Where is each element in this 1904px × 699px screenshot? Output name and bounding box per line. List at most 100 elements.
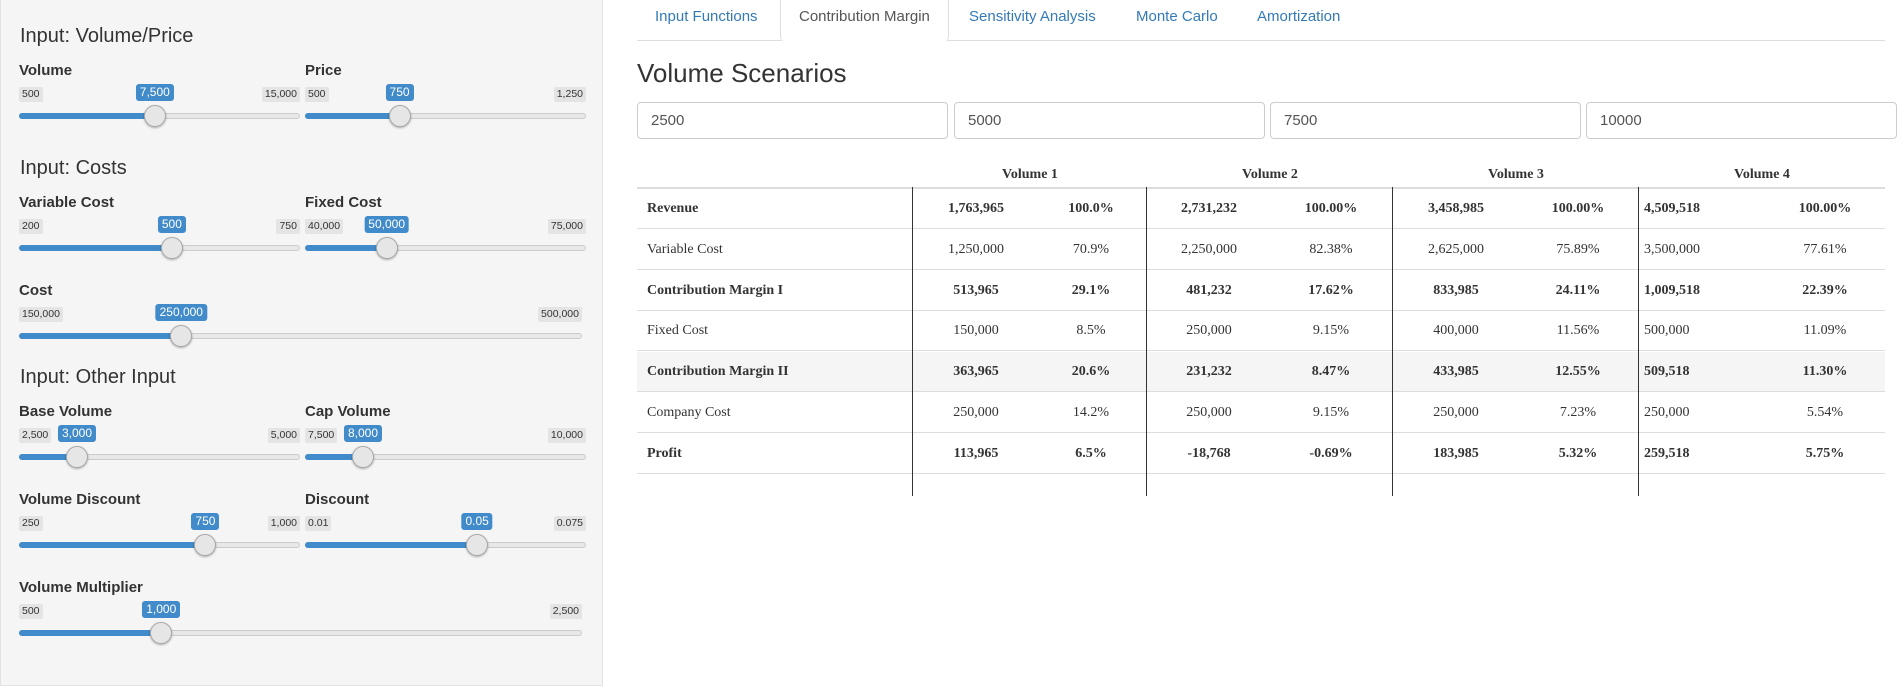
amount-cell: 250,000 [1644, 405, 1690, 420]
amount-cell: 183,985 [1433, 445, 1479, 461]
slider-fill [19, 630, 162, 636]
volume-scenario-1-input[interactable] [637, 102, 948, 139]
table-row: Contribution Margin II 363,965 20.6% 231,23… [637, 352, 1885, 393]
percent-cell: 6.5% [1075, 445, 1107, 461]
percent-cell: 11.30% [1802, 364, 1848, 380]
percent-cell: 82.38% [1309, 241, 1353, 257]
row-label: Variable Cost [647, 241, 723, 257]
amount-cell: 259,518 [1644, 445, 1690, 461]
slider-value: 1,000 [142, 601, 181, 618]
percent-cell: 9.15% [1312, 323, 1350, 339]
slider-max: 15,000 [261, 87, 300, 102]
table-row: Contribution Margin I 513,965 29.1% 481,232… [637, 271, 1885, 311]
amount-cell: 2,625,000 [1428, 241, 1484, 257]
percent-cell: 8.47% [1311, 364, 1351, 380]
volume-scenario-3-input[interactable] [1270, 102, 1581, 139]
amount-cell: 250,000 [953, 405, 999, 420]
slider-fill [19, 333, 182, 339]
slider-handle[interactable] [160, 237, 183, 259]
row-label: Profit [647, 445, 682, 461]
amount-cell: 3,458,985 [1428, 201, 1484, 216]
percent-cell: 9.15% [1312, 405, 1350, 420]
amount-cell: 250,000 [1186, 323, 1232, 339]
page-title: Volume Scenarios [637, 58, 847, 88]
slider-label: Volume [19, 62, 73, 79]
slider-fill [305, 113, 400, 119]
amount-cell: 150,000 [953, 323, 999, 339]
percent-cell: 5.75% [1805, 445, 1845, 461]
tab-monte-carlo[interactable]: Monte Carlo [1118, 0, 1236, 40]
amount-cell: 1,763,965 [948, 201, 1004, 216]
percent-cell: 14.2% [1072, 405, 1110, 420]
slider-value: 500 [157, 216, 186, 233]
table-row: Variable Cost 1,250,000 70.9% 2,250,000 82.3… [637, 230, 1885, 270]
amount-cell: 4,509,518 [1644, 201, 1700, 216]
column-group-header: Volume 1 [1002, 167, 1058, 182]
slider-max: 75,000 [547, 219, 586, 234]
row-label: Revenue [647, 201, 699, 216]
slider-handle[interactable] [143, 105, 166, 127]
slider-value: 50,000 [364, 216, 409, 233]
slider-max: 2,500 [549, 604, 582, 619]
column-divider [1392, 187, 1393, 496]
amount-cell: 2,250,000 [1181, 241, 1237, 257]
percent-cell: 22.39% [1802, 282, 1848, 298]
row-label: Contribution Margin II [647, 364, 789, 380]
slider-fill [305, 542, 478, 548]
slider-handle[interactable] [466, 534, 489, 556]
volume-scenario-2-input[interactable] [954, 102, 1265, 139]
percent-cell: 5.32% [1558, 445, 1598, 461]
slider-min: 7,500 [305, 428, 338, 443]
amount-cell: 231,232 [1186, 364, 1232, 380]
slider-min: 0.01 [305, 516, 332, 531]
section-title-volume-price: Input: Volume/Price [20, 25, 194, 47]
amount-cell: 400,000 [1433, 323, 1479, 339]
slider-handle[interactable] [388, 105, 411, 127]
slider-handle[interactable] [375, 237, 398, 259]
slider-min: 40,000 [305, 219, 344, 234]
tab-input-functions[interactable]: Input Functions [637, 0, 776, 40]
column-group-header: Volume 2 [1242, 167, 1298, 182]
slider-max: 10,000 [547, 428, 586, 443]
slider-max: 1,000 [267, 516, 300, 531]
section-title-costs: Input: Costs [20, 157, 127, 179]
tab-sensitivity-analysis[interactable]: Sensitivity Analysis [951, 0, 1114, 40]
slider-fill [19, 245, 172, 251]
volume-scenario-4-input[interactable] [1586, 102, 1897, 139]
slider-fill [19, 542, 206, 548]
slider-handle[interactable] [66, 446, 88, 468]
slider-min: 200 [19, 219, 43, 234]
percent-cell: 17.62% [1308, 282, 1354, 298]
slider-label: Discount [305, 491, 370, 508]
tab-contribution-margin[interactable]: Contribution Margin [780, 0, 949, 41]
amount-cell: 481,232 [1186, 282, 1232, 298]
slider-label: Volume Multiplier [19, 579, 143, 596]
slider-min: 500 [19, 87, 43, 102]
slider-fill [305, 245, 387, 251]
percent-cell: 100.00% [1798, 201, 1852, 216]
amount-cell: 113,965 [953, 445, 999, 461]
row-label: Contribution Margin I [647, 282, 784, 298]
column-group-header: Volume 3 [1488, 167, 1544, 182]
slider-label: Volume Discount [19, 491, 141, 508]
percent-cell: 29.1% [1071, 282, 1111, 298]
slider-handle[interactable] [352, 446, 374, 468]
amount-cell: 250,000 [1186, 405, 1232, 420]
percent-cell: 100.00% [1304, 201, 1358, 216]
tab-amortization[interactable]: Amortization [1239, 0, 1358, 40]
slider-max: 5,000 [267, 428, 300, 443]
slider-label: Fixed Cost [305, 194, 382, 211]
percent-cell: 8.5% [1076, 323, 1106, 339]
percent-cell: 12.55% [1555, 364, 1601, 380]
amount-cell: 500,000 [1644, 323, 1690, 339]
percent-cell: 100.0% [1068, 201, 1114, 216]
tab-bar: Input Functions Contribution Margin Sens… [637, 0, 1885, 41]
table-row: Company Cost 250,000 14.2% 250,000 9.15% 250,… [637, 393, 1885, 433]
slider-value: 750 [385, 84, 414, 101]
slider-label: Base Volume [19, 403, 113, 420]
slider-value: 8,000 [343, 425, 383, 442]
amount-cell: 1,250,000 [948, 241, 1004, 257]
percent-cell: 5.54% [1806, 405, 1844, 420]
table-row: Profit 113,965 6.5% -18,768 -0.69% 183,985 5.3… [637, 434, 1885, 474]
percent-cell: 11.09% [1803, 323, 1847, 339]
